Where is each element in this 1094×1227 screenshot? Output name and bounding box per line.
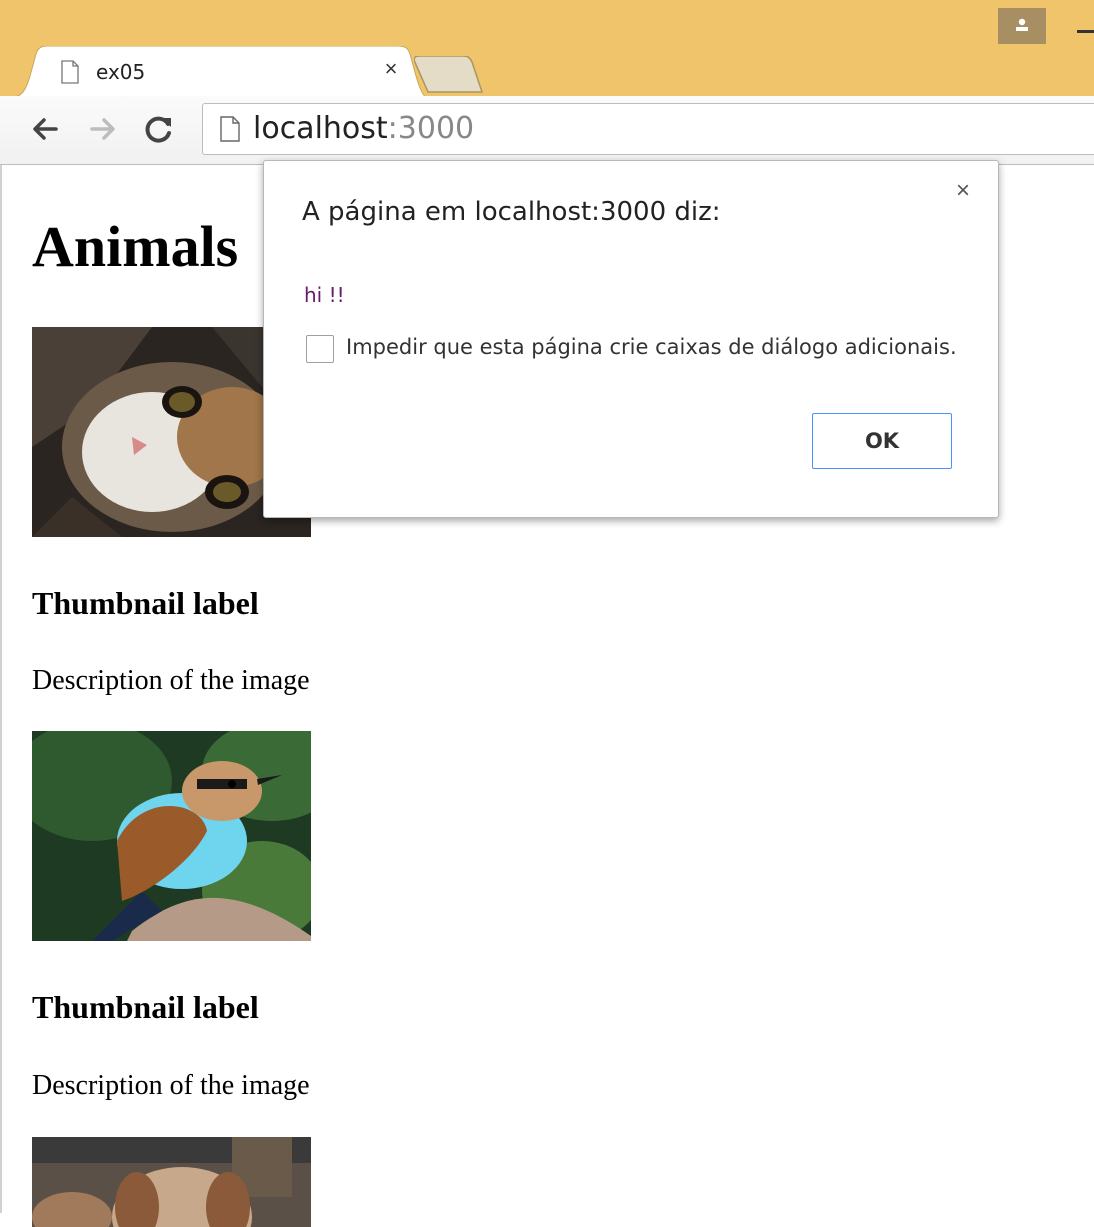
dialog-title: A página em localhost:3000 diz: (302, 197, 721, 227)
browser-titlebar: ex05 × (0, 0, 1094, 98)
suppress-dialogs-checkbox[interactable] (306, 335, 334, 363)
browser-tab[interactable]: ex05 × (8, 46, 436, 98)
forward-arrow-icon[interactable] (86, 112, 120, 146)
ok-button[interactable]: OK (812, 413, 952, 469)
browser-toolbar: localhost:3000 (0, 96, 1094, 165)
tab-close-icon[interactable]: × (378, 56, 404, 82)
profile-button[interactable] (998, 8, 1046, 44)
thumbnail-description: Description of the image (32, 665, 310, 696)
url-host: localhost (253, 111, 388, 146)
dialog-message: hi !! (304, 283, 345, 307)
back-arrow-icon[interactable] (28, 112, 62, 146)
dog-photo (32, 1137, 311, 1227)
new-tab-button[interactable] (414, 56, 484, 96)
url-text: localhost:3000 (253, 111, 474, 146)
url-port: :3000 (387, 111, 475, 146)
page-title: Animals (32, 214, 239, 279)
dialog-close-icon[interactable]: × (956, 179, 970, 203)
suppress-dialogs-label[interactable]: Impedir que esta página crie caixas de d… (346, 335, 957, 359)
bird-photo (32, 731, 311, 941)
tab-title: ex05 (96, 60, 146, 84)
page-icon (220, 116, 240, 142)
thumbnail-label: Thumbnail label (32, 585, 259, 621)
reload-icon[interactable] (142, 112, 176, 146)
profile-icon (1016, 18, 1028, 31)
thumbnail-label: Thumbnail label (32, 989, 259, 1025)
thumbnail-description: Description of the image (32, 1070, 310, 1101)
page-icon (61, 60, 79, 84)
alert-dialog: × A página em localhost:3000 diz: hi !! … (263, 160, 999, 518)
address-bar[interactable]: localhost:3000 (202, 103, 1094, 155)
minimize-button[interactable] (1077, 30, 1094, 33)
